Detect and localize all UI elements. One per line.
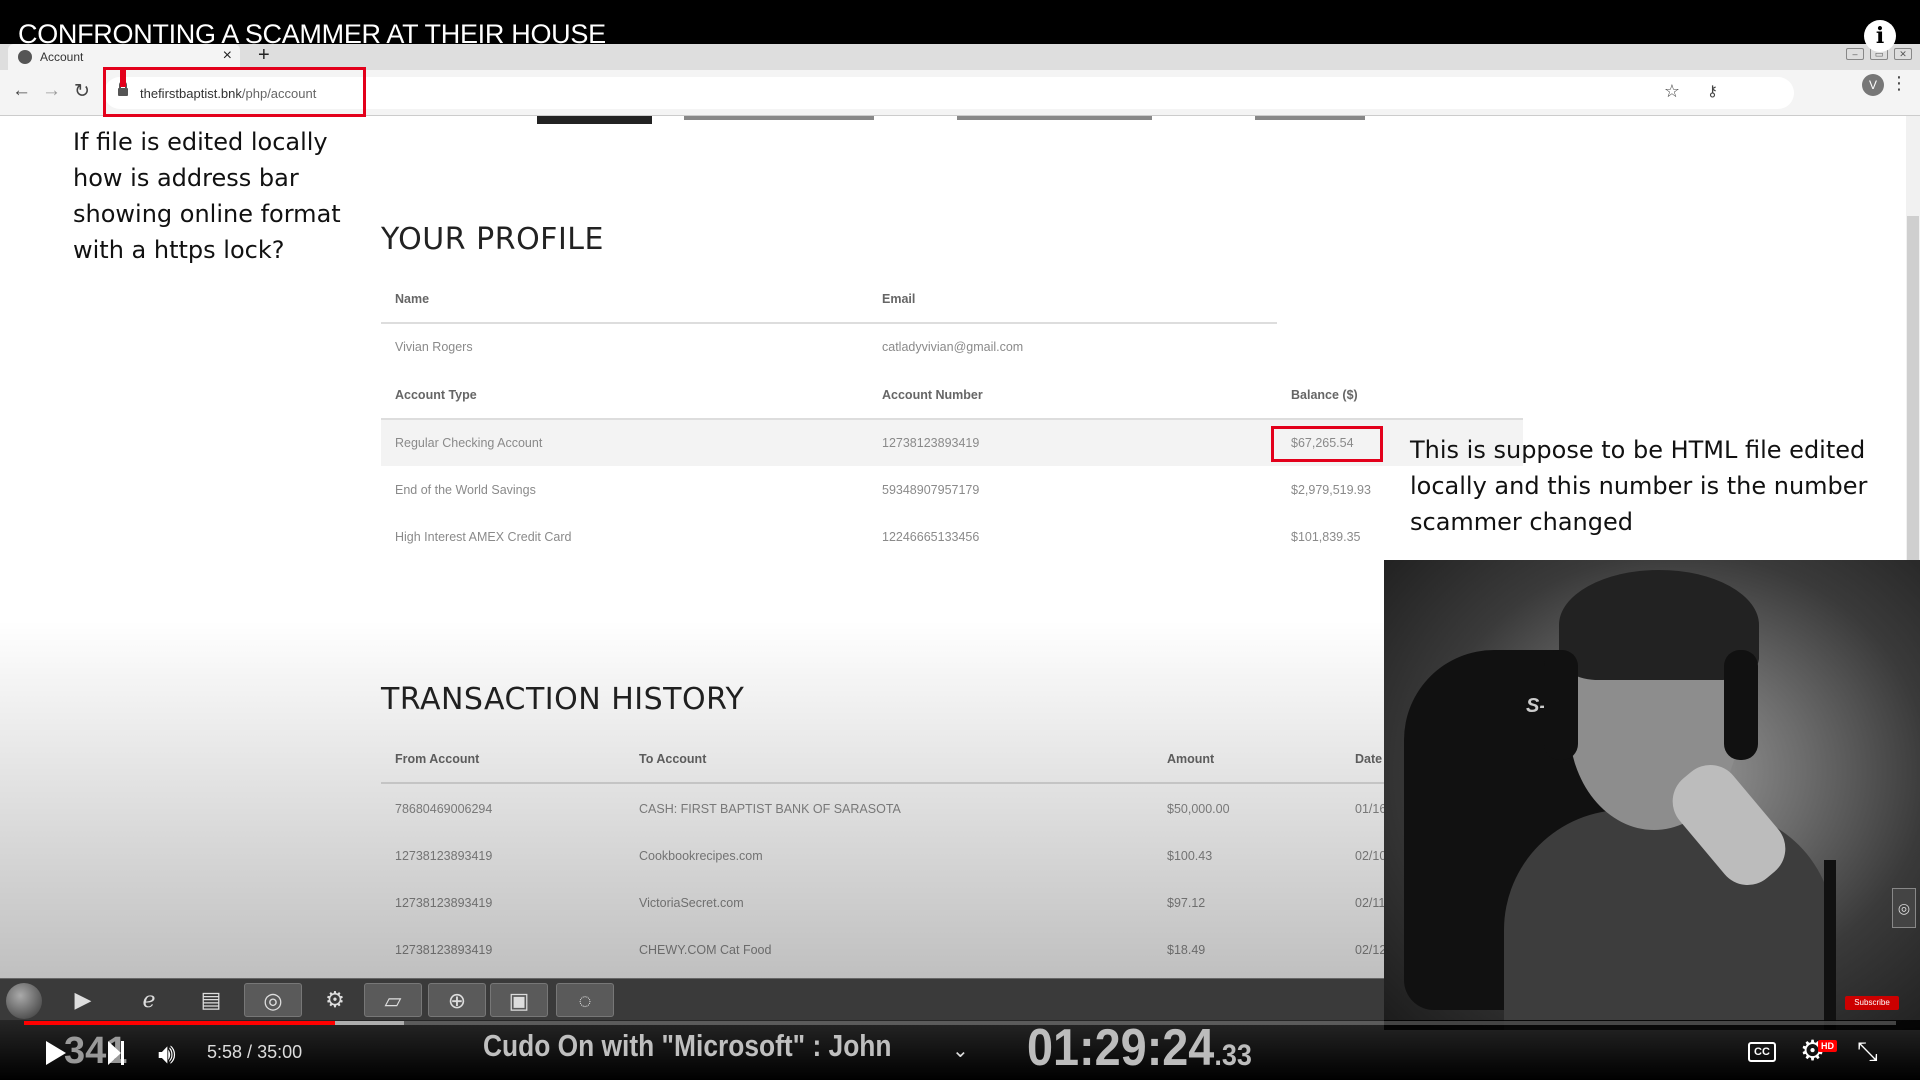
exit-fullscreen-icon[interactable]: ⤡ — [1857, 1036, 1878, 1068]
profile-section-title: YOUR PROFILE — [381, 222, 604, 257]
play-icon[interactable] — [46, 1041, 66, 1065]
time-display: 5:58 / 35:00 — [207, 1042, 302, 1063]
account-number: 12246665133456 — [882, 530, 980, 544]
next-icon[interactable] — [108, 1041, 124, 1065]
back-arrow-icon[interactable]: ← — [12, 80, 31, 102]
mic-arm — [1824, 860, 1836, 1030]
cast-icon[interactable]: ◎ — [1892, 888, 1916, 928]
file-explorer-icon[interactable]: ▤ — [182, 983, 240, 1017]
from-account-header: From Account — [395, 752, 480, 766]
balance-header: Balance ($) — [1291, 388, 1358, 402]
video-title: CONFRONTING A SCAMMER AT THEIR HOUSE — [18, 19, 606, 49]
transaction-to: CHEWY.COM Cat Food — [639, 943, 772, 957]
chrome-icon[interactable]: ◎ — [244, 983, 302, 1017]
bookmark-star-icon[interactable]: ☆ — [1664, 81, 1680, 102]
profile-email: catladyvivian@gmail.com — [882, 340, 1024, 354]
transaction-amount: $18.49 — [1167, 943, 1206, 957]
video-title-bar: CONFRONTING A SCAMMER AT THEIR HOUSE i — [0, 0, 1920, 52]
transaction-to: CASH: FIRST BAPTIST BANK OF SARASOTA — [639, 802, 901, 816]
media-player-icon[interactable]: ▶ — [54, 983, 112, 1017]
to-account-header: To Account — [639, 752, 707, 766]
ticker-text: Cudo On with "Microsoft" : John — [483, 1028, 892, 1063]
email-header: Email — [882, 292, 916, 306]
subscribe-watermark[interactable]: Subscribe — [1845, 996, 1899, 1010]
stream-timer-ms: .33 — [1214, 1039, 1252, 1072]
name-header: Name — [395, 292, 430, 306]
forward-arrow-icon[interactable]: → — [42, 80, 61, 102]
video-frame: CONFRONTING A SCAMMER AT THEIR HOUSE i A… — [0, 0, 1920, 1080]
headphones-icon — [1724, 650, 1758, 760]
account-type: High Interest AMEX Credit Card — [395, 530, 572, 544]
transaction-amount: $100.43 — [1167, 849, 1213, 863]
total-time: 35:00 — [257, 1042, 303, 1062]
url-highlight-box — [103, 67, 366, 117]
captions-icon[interactable]: CC — [1748, 1042, 1776, 1062]
date-header: Date — [1355, 752, 1383, 766]
time-separator: / — [242, 1042, 258, 1062]
folder-icon[interactable]: ▱ — [364, 983, 422, 1017]
url-highlight-marker — [120, 69, 126, 87]
transaction-from: 78680469006294 — [395, 802, 493, 816]
account-type-header: Account Type — [395, 388, 477, 402]
profile-name: Vivian Rogers — [395, 340, 473, 354]
site-nav-item[interactable] — [684, 116, 874, 120]
account-type: End of the World Savings — [395, 483, 536, 497]
chevron-down-icon[interactable]: ⌄ — [952, 1038, 969, 1063]
account-number: 59348907957179 — [882, 483, 980, 497]
site-nav-item-active[interactable] — [537, 116, 652, 124]
amount-header: Amount — [1167, 752, 1215, 766]
start-button[interactable] — [6, 983, 42, 1019]
volume-icon[interactable]: 🔊︎ — [158, 1038, 176, 1071]
site-nav-item[interactable] — [1255, 116, 1365, 120]
transactions-section-title: TRANSACTION HISTORY — [381, 682, 745, 717]
table-rule — [381, 782, 1523, 784]
profile-avatar[interactable]: V — [1862, 74, 1884, 96]
globe-icon — [18, 50, 32, 64]
internet-explorer-icon[interactable]: ℯ — [120, 983, 178, 1017]
account-number: 12738123893419 — [882, 436, 980, 450]
transaction-to: Cookbookrecipes.com — [639, 849, 763, 863]
reload-icon[interactable]: ↻ — [74, 80, 90, 103]
window-close-button[interactable]: ✕ — [1894, 48, 1912, 60]
transaction-to: VictoriaSecret.com — [639, 896, 744, 910]
transaction-from: 12738123893419 — [395, 896, 493, 910]
stream-timer-main: 01:29:24 — [1027, 1019, 1215, 1077]
transaction-from: 12738123893419 — [395, 943, 493, 957]
network-icon[interactable]: ⚙ — [306, 983, 364, 1017]
info-icon[interactable]: i — [1864, 20, 1896, 52]
account-balance: $2,979,519.93 — [1291, 483, 1371, 497]
current-time: 5:58 — [207, 1042, 243, 1062]
transaction-amount: $97.12 — [1167, 896, 1206, 910]
transaction-amount: $50,000.00 — [1167, 802, 1230, 816]
add-icon[interactable]: ⊕ — [428, 983, 486, 1017]
remote-access-icon[interactable]: ◌ — [556, 983, 614, 1017]
headphones-icon — [1544, 650, 1578, 760]
stream-timer: 01:29:24.33 — [1027, 1018, 1252, 1078]
right-annotation: This is suppose to be HTML file edited l… — [1410, 436, 1868, 536]
webcam-overlay: S-R — [1384, 560, 1920, 1030]
kebab-menu-icon[interactable]: ⋮ — [1890, 73, 1908, 94]
monitor-icon[interactable]: ▣ — [490, 983, 548, 1017]
account-type: Regular Checking Account — [395, 436, 543, 450]
balance-highlight-box — [1271, 426, 1383, 462]
hd-badge: HD — [1818, 1040, 1837, 1052]
account-balance: $101,839.35 — [1291, 530, 1361, 544]
transaction-from: 12738123893419 — [395, 849, 493, 863]
site-nav — [537, 116, 1920, 124]
key-icon[interactable]: ⚷ — [1707, 82, 1718, 100]
table-rule — [381, 322, 1277, 324]
site-nav-item[interactable] — [957, 116, 1152, 120]
left-annotation: If file is edited locally how is address… — [73, 128, 341, 264]
progress-played — [24, 1021, 335, 1025]
tab-title: Account — [40, 50, 84, 64]
account-number-header: Account Number — [882, 388, 983, 402]
minimize-button[interactable]: – — [1846, 48, 1864, 60]
